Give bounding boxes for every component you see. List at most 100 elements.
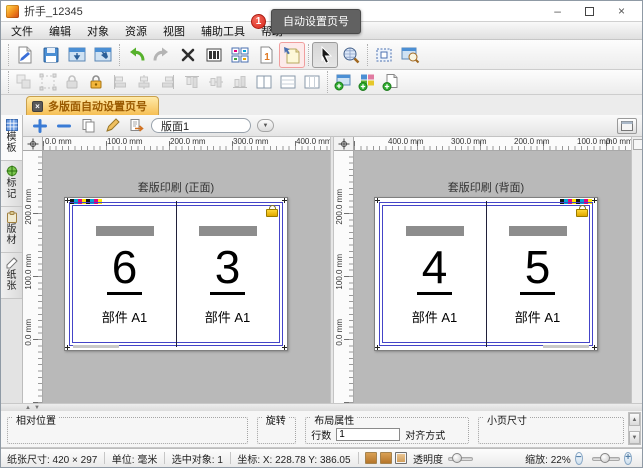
slider-thumb[interactable] — [600, 453, 610, 463]
page-cell[interactable]: 6 部件 A1 — [73, 206, 176, 342]
lock-button[interactable] — [60, 71, 84, 94]
rows-input[interactable] — [336, 428, 400, 441]
align-top-button[interactable] — [180, 71, 204, 94]
edit-layout-button[interactable] — [103, 117, 121, 135]
splitter-up-icon[interactable]: ▲ — [25, 405, 31, 411]
columns-view-button[interactable] — [201, 42, 227, 68]
new-document-icon — [15, 45, 35, 65]
scroll-up-icon[interactable]: ▲ — [629, 413, 640, 426]
layout-select[interactable]: 版面1 — [151, 118, 251, 133]
opacity-slider[interactable] — [448, 453, 473, 464]
split-rows-button[interactable] — [276, 71, 300, 94]
canvas-back-viewport[interactable]: 套版印刷 (背面) 4 部件 A1 — [354, 151, 631, 403]
unlock-icon — [87, 73, 105, 91]
panel-scrollbar[interactable]: ▲ ▼ — [628, 412, 641, 445]
add-page-button[interactable] — [379, 71, 403, 94]
page-number: 5 — [520, 244, 556, 295]
splitter-down-icon[interactable]: ▼ — [34, 405, 40, 411]
opacity-preset-mid-button[interactable] — [380, 452, 392, 464]
maximize-button[interactable] — [585, 7, 594, 16]
add-page-icon — [382, 73, 400, 91]
split-vertical-button[interactable] — [252, 71, 276, 94]
ruler-label: 0.0 mm — [24, 319, 33, 346]
export-layout-button[interactable] — [90, 42, 116, 68]
selection-frame-button[interactable] — [36, 71, 60, 94]
zoom-out-button[interactable]: − — [575, 452, 583, 465]
split-columns-button[interactable] — [300, 71, 324, 94]
horizontal-ruler-front: 0.0 mm 100.0 mm 200.0 mm 300.0 mm 400.0 … — [43, 137, 330, 151]
unlock-button[interactable] — [84, 71, 108, 94]
layout-select-dropdown-button[interactable]: ▼ — [257, 119, 274, 132]
imposition-scheme-button[interactable] — [227, 42, 253, 68]
import-layout-button[interactable] — [64, 42, 90, 68]
menu-item-object[interactable]: 对象 — [79, 22, 117, 39]
canvas-area: 0.0 mm 100.0 mm 200.0 mm 300.0 mm 400.0 … — [23, 137, 643, 403]
layout-list-button[interactable] — [127, 117, 145, 135]
save-button[interactable] — [38, 42, 64, 68]
sidebar-tab-template[interactable]: 模板 — [1, 115, 22, 161]
menu-item-file[interactable]: 文件 — [3, 22, 41, 39]
zoom-level-label: 缩放: 22% — [525, 451, 571, 466]
page-number-icon: 1 — [256, 45, 276, 65]
fit-view-button[interactable] — [371, 42, 397, 68]
page-cell[interactable]: 3 部件 A1 — [176, 206, 279, 342]
add-layout-button[interactable] — [31, 117, 49, 135]
align-middle-button[interactable] — [204, 71, 228, 94]
sheet-front[interactable]: 6 部件 A1 3 部件 A1 — [64, 197, 288, 351]
opacity-preset-high-button[interactable] — [395, 452, 407, 464]
sidebar-tab-paper[interactable]: 纸张 — [1, 253, 22, 299]
menu-item-edit[interactable]: 编辑 — [41, 22, 79, 39]
pane-layout-button[interactable] — [617, 118, 637, 134]
scroll-corner-button[interactable] — [633, 139, 643, 150]
menu-item-view[interactable]: 视图 — [155, 22, 193, 39]
menu-item-tools[interactable]: 辅助工具 — [193, 22, 253, 39]
new-document-button[interactable] — [12, 42, 38, 68]
slider-thumb[interactable] — [452, 453, 462, 463]
page-number: 3 — [210, 244, 246, 295]
zoom-tool-button[interactable] — [338, 42, 364, 68]
document-tab[interactable]: × 多版面自动设置页号 — [26, 96, 159, 115]
sheet-back[interactable]: 4 部件 A1 5 部件 A1 — [374, 197, 598, 351]
tab-close-icon[interactable]: × — [32, 101, 43, 112]
add-imposition-icon — [358, 73, 376, 91]
align-left-button[interactable] — [108, 71, 132, 94]
scroll-down-icon[interactable]: ▼ — [629, 431, 640, 444]
sidebar-tab-plate[interactable]: 版材 — [1, 207, 22, 253]
auto-set-page-number-button[interactable] — [279, 42, 305, 68]
sidebar-tab-label: 纸张 — [6, 271, 17, 292]
close-button[interactable]: × — [618, 5, 625, 17]
minimize-button[interactable]: – — [554, 5, 561, 17]
group-button[interactable] — [12, 71, 36, 94]
opacity-preset-low-button[interactable] — [365, 452, 377, 464]
ruler-label: 400.0 mm — [388, 137, 424, 146]
selected-objects-status: 选中对象: 1 — [172, 451, 223, 466]
panel-splitter[interactable]: ▲ ▼ — [1, 403, 642, 411]
part-label: 部件 A1 — [205, 307, 251, 326]
zoom-in-button[interactable]: + — [624, 452, 632, 465]
add-flat-button[interactable] — [331, 71, 355, 94]
sidebar-tab-marks[interactable]: 标记 — [1, 161, 22, 207]
add-imposition-button[interactable] — [355, 71, 379, 94]
page-cell[interactable]: 4 部件 A1 — [383, 206, 486, 342]
canvas-front-viewport[interactable]: 套版印刷 (正面) 6 部件 A1 — [43, 151, 330, 403]
delete-button[interactable] — [175, 42, 201, 68]
ruler-origin-button[interactable] — [334, 137, 354, 151]
align-middle-icon — [207, 73, 225, 91]
page-cell[interactable]: 5 部件 A1 — [486, 206, 589, 342]
ruler-origin-button[interactable] — [23, 137, 43, 151]
copy-layout-button[interactable] — [79, 117, 97, 135]
menu-item-resource[interactable]: 资源 — [117, 22, 155, 39]
align-bottom-button[interactable] — [228, 71, 252, 94]
align-right-button[interactable] — [156, 71, 180, 94]
align-center-button[interactable] — [132, 71, 156, 94]
zoom-slider[interactable] — [592, 453, 621, 464]
select-tool-button[interactable] — [312, 42, 338, 68]
page-number-button[interactable]: 1 — [253, 42, 279, 68]
preview-button[interactable] — [397, 42, 423, 68]
app-window: 折手_12345 – × 文件 编辑 对象 资源 视图 辅助工具 帮助 1 自动… — [0, 0, 643, 468]
redo-button[interactable] — [149, 42, 175, 68]
remove-layout-button[interactable] — [55, 117, 73, 135]
document-tab-bar: × 多版面自动设置页号 — [1, 95, 642, 115]
undo-button[interactable] — [123, 42, 149, 68]
object-toolbar — [1, 70, 642, 95]
